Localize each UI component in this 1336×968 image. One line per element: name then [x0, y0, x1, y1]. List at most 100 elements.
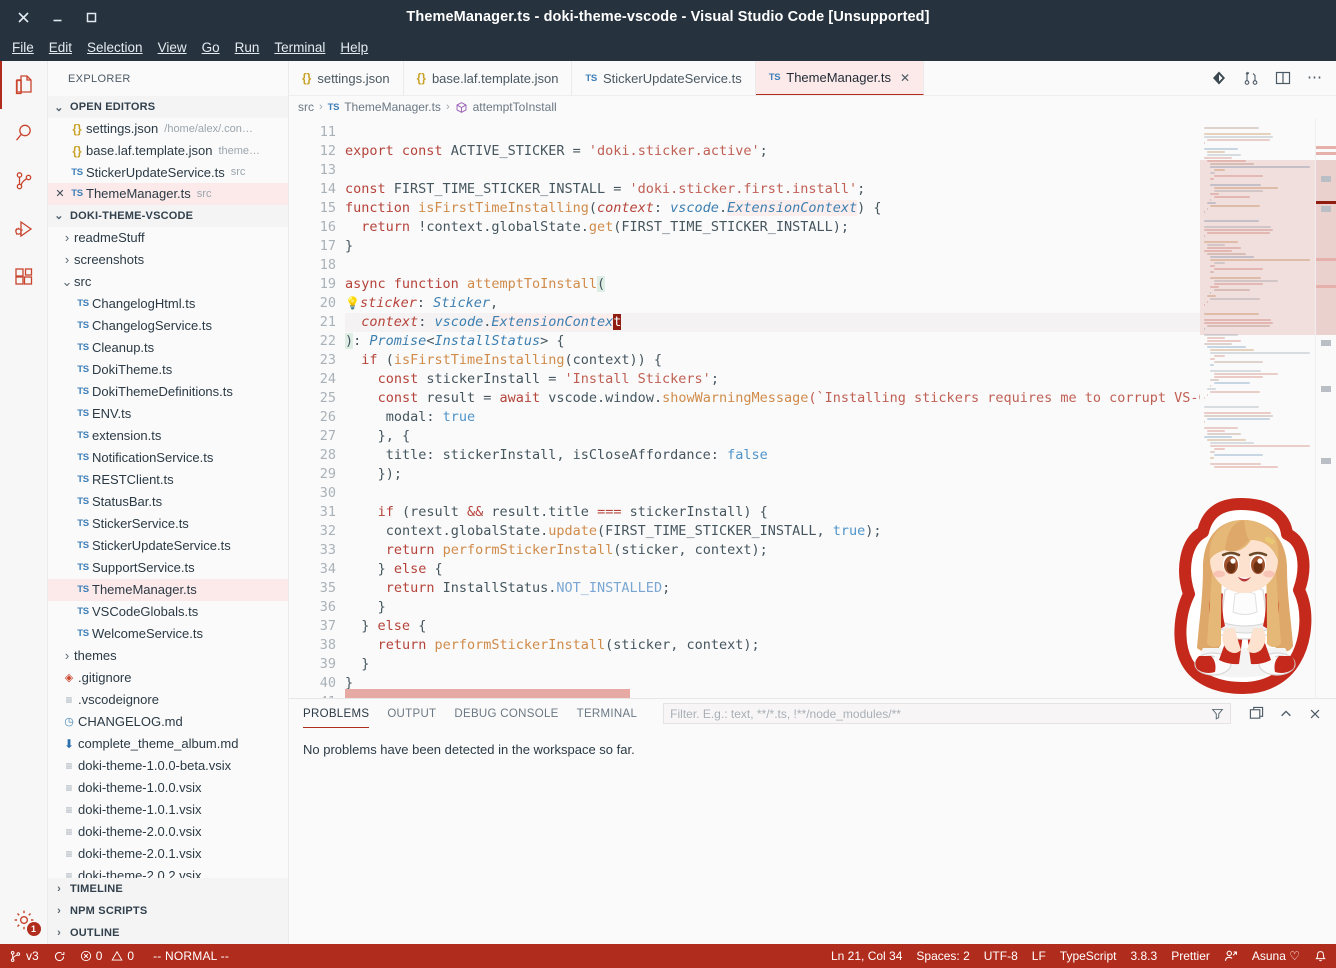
menu-view[interactable]: View: [151, 37, 195, 58]
tree-file-thememanager-ts[interactable]: TS ThemeManager.ts: [48, 578, 288, 601]
status-branch[interactable]: v3: [2, 944, 46, 968]
chevron-up-icon[interactable]: [1279, 707, 1293, 721]
tree-file-vsix-2-0-1[interactable]: ≡ doki-theme-2.0.1.vsix: [48, 843, 288, 865]
tree-folder-src[interactable]: ⌄ src: [48, 271, 288, 293]
menu-go[interactable]: Go: [195, 37, 228, 58]
scrollbar-thumb[interactable]: [1316, 160, 1336, 335]
maximize-panel-icon[interactable]: [1249, 706, 1264, 721]
code-line: const FIRST_TIME_STICKER_INSTALL = 'doki…: [345, 181, 866, 197]
status-eol[interactable]: LF: [1025, 944, 1053, 968]
status-prettier[interactable]: Prettier: [1164, 944, 1217, 968]
split-editor-icon[interactable]: [1275, 70, 1291, 86]
code-editor[interactable]: 11 12 13 14 15 16 17 18 19 20 21 22 23 2…: [289, 118, 1336, 698]
open-editor-settings-json[interactable]: {} settings.json /home/alex/.con…: [48, 118, 288, 140]
run-and-debug-icon[interactable]: [0, 205, 48, 253]
tree-file-supportservice-ts[interactable]: TS SupportService.ts: [48, 557, 288, 579]
section-npm-scripts[interactable]: › NPM SCRIPTS: [48, 899, 288, 922]
close-icon[interactable]: [6, 2, 40, 32]
maximize-icon[interactable]: [74, 2, 108, 32]
lightbulb-icon[interactable]: 💡: [345, 296, 360, 310]
minimize-icon[interactable]: [40, 2, 74, 32]
menu-run[interactable]: Run: [228, 37, 268, 58]
tree-file-changelogservice-ts[interactable]: TS ChangelogService.ts: [48, 315, 288, 337]
source-control-compare-icon[interactable]: [1243, 70, 1259, 86]
tab-thememanager-ts[interactable]: TS ThemeManager.ts ✕: [755, 61, 925, 95]
section-open-editors[interactable]: ⌄ OPEN EDITORS: [48, 96, 288, 118]
section-outline[interactable]: › OUTLINE: [48, 921, 288, 944]
tree-file-welcomeservice-ts[interactable]: TS WelcomeService.ts: [48, 623, 288, 645]
tree-file-changelog-md[interactable]: ◷ CHANGELOG.md: [48, 711, 288, 733]
tree-file-dokitheme-ts[interactable]: TS DokiTheme.ts: [48, 359, 288, 381]
status-notifications[interactable]: [1307, 944, 1334, 968]
code-content[interactable]: export const ACTIVE_STICKER = 'doki.stic…: [345, 118, 1336, 698]
minimap[interactable]: [1200, 118, 1315, 698]
menu-edit[interactable]: Edit: [42, 37, 80, 58]
status-cursor-position[interactable]: Ln 21, Col 34: [824, 944, 909, 968]
editor-scrollbar[interactable]: [1315, 118, 1336, 698]
tree-file-gitignore[interactable]: ◈ .gitignore: [48, 667, 288, 689]
tree-file-vscodeignore[interactable]: ≡ .vscodeignore: [48, 689, 288, 711]
section-workspace[interactable]: ⌄ DOKI-THEME-VSCODE: [48, 204, 288, 227]
tree-file-vscodeglobals-ts[interactable]: TS VSCodeGlobals.ts: [48, 601, 288, 623]
menu-selection[interactable]: Selection: [80, 37, 151, 58]
tree-file-extension-ts[interactable]: TS extension.ts: [48, 425, 288, 447]
breadcrumb-file[interactable]: ThemeManager.ts: [344, 100, 441, 114]
tree-folder-screenshots[interactable]: › screenshots: [48, 249, 288, 271]
split-diff-icon[interactable]: [1211, 70, 1227, 86]
section-timeline[interactable]: › TIMELINE: [48, 877, 288, 900]
status-indentation[interactable]: Spaces: 2: [909, 944, 976, 968]
close-icon[interactable]: [1308, 707, 1322, 721]
tree-file-vsix-1-0-1[interactable]: ≡ doki-theme-1.0.1.vsix: [48, 799, 288, 821]
gear-icon[interactable]: 1: [0, 896, 48, 944]
minimap-slider[interactable]: [1200, 160, 1315, 335]
tree-folder-themes[interactable]: › themes: [48, 645, 288, 667]
panel-tab-terminal[interactable]: TERMINAL: [577, 699, 638, 728]
status-sync[interactable]: [46, 944, 73, 968]
breadcrumb-src[interactable]: src: [298, 100, 314, 114]
open-editor-stickerupdateservice-ts[interactable]: TS StickerUpdateService.ts src: [48, 161, 288, 183]
source-control-icon[interactable]: [0, 157, 48, 205]
status-language-mode[interactable]: TypeScript: [1053, 944, 1124, 968]
tree-file-env-ts[interactable]: TS ENV.ts: [48, 403, 288, 425]
explorer-icon[interactable]: [0, 61, 48, 109]
breadcrumb-symbol[interactable]: attemptToInstall: [473, 100, 557, 114]
problems-filter-input[interactable]: Filter. E.g.: text, **/*.ts, !**/node_mo…: [663, 703, 1231, 724]
tab-stickerupdateservice-ts[interactable]: TS StickerUpdateService.ts: [572, 61, 756, 95]
tab-base-laf-template-json[interactable]: {} base.laf.template.json: [404, 61, 573, 95]
horizontal-scrollbar-thumb[interactable]: [345, 689, 630, 698]
status-live-share[interactable]: [1217, 944, 1245, 968]
extensions-icon[interactable]: [0, 253, 48, 301]
status-typescript-version[interactable]: 3.8.3: [1123, 944, 1164, 968]
menu-help[interactable]: Help: [333, 37, 376, 58]
more-actions-icon[interactable]: ⋯: [1307, 70, 1322, 85]
open-editor-thememanager-ts[interactable]: ✕ TS ThemeManager.ts src: [48, 183, 288, 205]
tree-file-changeloghtml-ts[interactable]: TS ChangelogHtml.ts: [48, 293, 288, 315]
tree-file-restclient-ts[interactable]: TS RESTClient.ts: [48, 469, 288, 491]
close-icon[interactable]: ✕: [52, 187, 68, 200]
tree-file-vsix-1-0-0[interactable]: ≡ doki-theme-1.0.0.vsix: [48, 777, 288, 799]
tab-settings-json[interactable]: {} settings.json: [289, 61, 404, 95]
tree-file-stickerupdateservice-ts[interactable]: TS StickerUpdateService.ts: [48, 535, 288, 557]
tree-file-vsix-2-0-0[interactable]: ≡ doki-theme-2.0.0.vsix: [48, 821, 288, 843]
tree-file-statusbar-ts[interactable]: TS StatusBar.ts: [48, 491, 288, 513]
tree-file-stickerservice-ts[interactable]: TS StickerService.ts: [48, 513, 288, 535]
open-editor-base-laf-template-json[interactable]: {} base.laf.template.json theme…: [48, 140, 288, 162]
tree-folder-readmestuff[interactable]: › readmeStuff: [48, 227, 288, 249]
search-icon[interactable]: [0, 109, 48, 157]
tree-file-complete-theme-album-md[interactable]: ⬇ complete_theme_album.md: [48, 733, 288, 755]
tree-file-vsix-2-0-2[interactable]: ≡ doki-theme-2.0.2.vsix: [48, 865, 288, 878]
filter-icon[interactable]: [1211, 707, 1224, 720]
panel-tab-problems[interactable]: PROBLEMS: [303, 699, 370, 728]
status-doki-theme[interactable]: Asuna ♡: [1245, 944, 1307, 968]
panel-tab-output[interactable]: OUTPUT: [387, 699, 436, 728]
menu-file[interactable]: File: [5, 37, 42, 58]
status-encoding[interactable]: UTF-8: [977, 944, 1025, 968]
tree-file-vsix-1-0-0-beta[interactable]: ≡ doki-theme-1.0.0-beta.vsix: [48, 755, 288, 777]
tree-file-notificationservice-ts[interactable]: TS NotificationService.ts: [48, 447, 288, 469]
tree-file-dokithemedefinitions-ts[interactable]: TS DokiThemeDefinitions.ts: [48, 381, 288, 403]
menu-terminal[interactable]: Terminal: [267, 37, 333, 58]
status-problems[interactable]: 0 0: [73, 944, 141, 968]
close-icon[interactable]: ✕: [900, 71, 910, 85]
panel-tab-debug-console[interactable]: DEBUG CONSOLE: [454, 699, 558, 728]
tree-file-cleanup-ts[interactable]: TS Cleanup.ts: [48, 337, 288, 359]
